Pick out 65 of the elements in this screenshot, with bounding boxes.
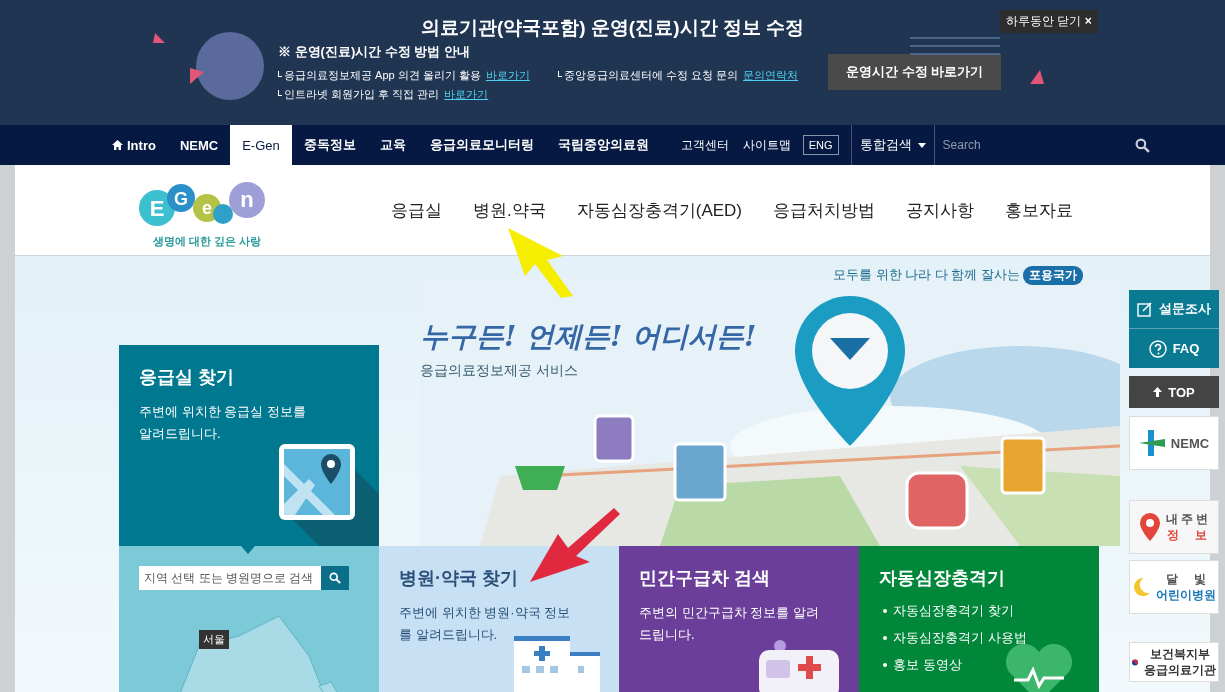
card-description: 주변에 위치한 병원·약국 정보를 알려드립니다. bbox=[399, 604, 572, 644]
nav-tab[interactable]: 국립중앙의료원 bbox=[545, 125, 661, 165]
nav-tab[interactable]: NEMC bbox=[167, 125, 231, 165]
banner-link[interactable]: 바로가기 bbox=[485, 68, 530, 83]
search-field[interactable]: Search bbox=[936, 134, 1119, 156]
menu-item[interactable]: 홍보자료 bbox=[1005, 198, 1073, 222]
card-link[interactable]: 자동심장충격기 사용법 bbox=[893, 629, 1027, 647]
card-title: 병원·약국 찾기 bbox=[399, 567, 519, 590]
search-field[interactable]: 지역 선택 또는 병원명으로 검색 bbox=[139, 566, 321, 590]
quick-menu-label: 보건복지부 bbox=[1149, 646, 1211, 662]
nav-tab[interactable]: 응급의료모니터링 bbox=[417, 125, 546, 165]
service-card[interactable]: 자동심장충격기 자동심장충격기 찾기 자동심장충격기 사용법 홍보 동영상 bbox=[859, 546, 1099, 692]
menu-item[interactable]: 응급처치방법 bbox=[773, 198, 875, 222]
quick-menu-item[interactable]: 달 빛 어린이병원 bbox=[1129, 560, 1219, 614]
slogan-badge: 포용국가 bbox=[1023, 265, 1083, 285]
menu-item[interactable]: 자동심장충격기(AED) bbox=[576, 198, 742, 222]
quick-menu-label: TOP bbox=[1168, 384, 1195, 400]
banner-title: 의료기관(약국포함) 운영(진료)시간 정보 수정 bbox=[420, 16, 805, 40]
card-description: 주변에 위치한 응급실 정보를 알려드립니다. bbox=[139, 403, 307, 443]
quick-menu-item[interactable]: 내 주 변 정 보 bbox=[1129, 500, 1219, 554]
banner-text: 중앙응급의료센터에 수정 요청 문의 bbox=[564, 68, 739, 83]
map-label: 서울 bbox=[199, 630, 229, 649]
service-card[interactable]: 민간구급차 검색 주변의 민간구급차 정보를 알려드립니다. bbox=[619, 546, 859, 692]
quick-menu-label: 어린이병원 bbox=[1156, 587, 1216, 603]
quick-menu-label: 설문조사 bbox=[1159, 300, 1211, 318]
quick-menu-label: 정 보 bbox=[1166, 527, 1208, 543]
menu-item[interactable]: 공지사항 bbox=[906, 198, 974, 222]
language-button[interactable]: ENG bbox=[802, 135, 839, 155]
quick-menu-label: 응급의료기관 bbox=[1144, 662, 1216, 678]
quick-menu-label: FAQ bbox=[1172, 341, 1200, 356]
edit-hours-button[interactable]: 운영시간 수정 바로가기 bbox=[828, 54, 1002, 90]
banner-text: 응급의료정보제공 App 의견 올리기 활용 bbox=[284, 68, 481, 83]
quick-menu-label: 내 주 변 bbox=[1165, 511, 1209, 527]
slogan-text: 모두를 위한 나라 다 함께 잘사는 bbox=[832, 266, 1020, 284]
quick-menu-label: NEMC bbox=[1170, 435, 1210, 451]
nav-link[interactable]: 사이트맵 bbox=[742, 136, 791, 154]
quick-menu-item[interactable]: TOP bbox=[1129, 376, 1219, 408]
card-title: 자동심장충격기 bbox=[879, 567, 1006, 590]
banner-link[interactable]: 문의연락처 bbox=[743, 68, 799, 83]
logo: E G e n 생명에 대한 깊은 사랑 bbox=[137, 170, 269, 250]
card-link[interactable]: 홍보 동영상 bbox=[893, 656, 962, 674]
card-description: 주변의 민간구급차 정보를 알려드립니다. bbox=[639, 604, 819, 644]
service-card[interactable]: 병원·약국 찾기 주변에 위치한 병원·약국 정보를 알려드립니다. bbox=[379, 546, 619, 692]
menu-item[interactable]: 병원.약국 bbox=[473, 198, 546, 222]
quick-menu-item[interactable]: 보건복지부 응급의료기관 bbox=[1129, 642, 1219, 682]
service-card[interactable]: 응급실 찾기 주변에 위치한 응급실 정보를 알려드립니다. bbox=[119, 345, 379, 546]
quick-menu-item[interactable]: 설문조사 bbox=[1129, 290, 1219, 329]
card-title: 민간구급차 검색 bbox=[639, 567, 771, 590]
quick-menu-label: 달 빛 bbox=[1165, 571, 1207, 587]
banner-text: 인트라넷 회원가입 후 직접 관리 bbox=[284, 87, 440, 102]
card-link[interactable]: 자동심장충격기 찾기 bbox=[893, 602, 1014, 620]
nav-tab[interactable]: 교육 bbox=[367, 125, 418, 165]
card-title: 응급실 찾기 bbox=[139, 366, 235, 389]
banner-link[interactable]: 바로가기 bbox=[444, 87, 489, 102]
nav-tab[interactable]: E-Gen bbox=[230, 125, 292, 165]
menu-item[interactable]: 응급실 bbox=[391, 198, 442, 222]
nav-tab[interactable]: Intro bbox=[100, 125, 168, 165]
nav-link[interactable]: 고객센터 bbox=[680, 136, 729, 154]
close-button[interactable]: 하루동안 닫기 × bbox=[1000, 10, 1098, 33]
subheadline: 응급의료정보제공 서비스 bbox=[420, 362, 578, 380]
nav-tab[interactable]: 중독정보 bbox=[291, 125, 368, 165]
quick-menu-item[interactable]: NEMC bbox=[1129, 416, 1219, 470]
quick-menu-item[interactable]: FAQ bbox=[1129, 329, 1219, 368]
headline: 누구든! 언제든! 어디서든! bbox=[420, 319, 757, 355]
banner-heading: ※ 운영(진료)시간 수정 방법 안내 bbox=[278, 43, 472, 61]
